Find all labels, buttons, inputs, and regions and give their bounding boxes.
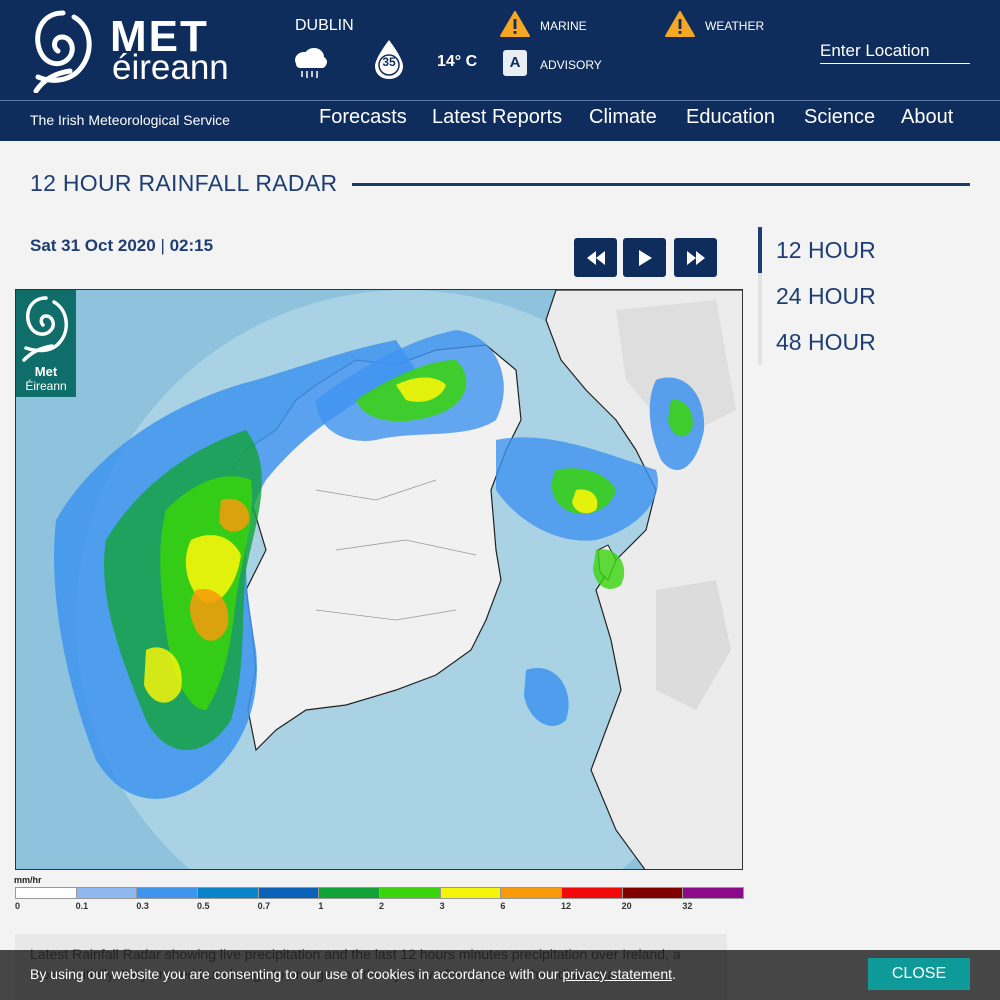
radar-image: [16, 290, 742, 869]
marine-warning-label[interactable]: MARINE: [540, 19, 587, 33]
legend-swatch: [439, 887, 502, 899]
tab-12-hour[interactable]: 12 HOUR: [758, 227, 938, 273]
logo-eireann-text: éireann: [112, 48, 229, 87]
fast-forward-button[interactable]: [674, 238, 717, 277]
rewind-button[interactable]: [574, 238, 617, 277]
legend-tick-label: 32: [682, 901, 693, 911]
cookie-message: By using our website you are consenting …: [30, 966, 676, 982]
nav-education[interactable]: Education: [686, 106, 775, 129]
legend-swatch: [500, 887, 562, 899]
rainfall-legend-bar: [15, 887, 744, 899]
nav-forecasts[interactable]: Forecasts: [319, 106, 407, 129]
legend-swatch: [15, 887, 77, 899]
rain-cloud-icon: [295, 48, 327, 78]
legend-swatch: [197, 887, 259, 899]
advisory-icon[interactable]: A: [503, 50, 527, 76]
advisory-label[interactable]: ADVISORY: [540, 58, 602, 72]
legend-swatch: [136, 887, 198, 899]
legend-tick-label: 0: [15, 901, 21, 911]
legend-swatch: [379, 887, 441, 899]
radar-map[interactable]: Met Éireann: [15, 289, 743, 870]
legend-unit: mm/hr: [14, 875, 42, 885]
location-search-input[interactable]: [820, 38, 970, 64]
legend-tick-label: 0.3: [136, 901, 149, 911]
cookie-consent-bar: By using our website you are consenting …: [0, 950, 1000, 1000]
rainfall-probability-value: 35: [382, 55, 396, 69]
fast-forward-icon: [686, 250, 705, 265]
legend-tick-label: 2: [379, 901, 385, 911]
logo-swirl-icon: [33, 10, 92, 93]
met-eireann-logo[interactable]: MET éireann: [30, 7, 250, 93]
rewind-icon: [586, 250, 605, 265]
radar-date: Sat 31 Oct 2020: [30, 236, 156, 255]
weather-warning-icon[interactable]: [665, 11, 695, 37]
play-icon: [638, 249, 652, 266]
nav-about[interactable]: About: [901, 106, 953, 129]
legend-swatch: [682, 887, 744, 899]
play-button[interactable]: [623, 238, 666, 277]
legend-swatch: [621, 887, 684, 899]
site-tagline: The Irish Meteorological Service: [30, 112, 230, 128]
time-range-tabs: 12 HOUR 24 HOUR 48 HOUR: [758, 227, 938, 365]
radar-logo-eireann-text: Éireann: [25, 379, 67, 393]
cookie-suffix: .: [672, 966, 676, 982]
legend-swatch: [257, 887, 320, 899]
marine-warning-icon[interactable]: [500, 11, 530, 37]
weather-warning-label[interactable]: WEATHER: [705, 19, 764, 33]
title-rule: [352, 183, 970, 186]
nav-latest-reports[interactable]: Latest Reports: [432, 106, 562, 129]
nav-climate[interactable]: Climate: [589, 106, 657, 129]
legend-tick-label: 0.7: [257, 901, 271, 911]
legend-tick-label: 3: [439, 901, 445, 911]
timestamp-separator: |: [160, 236, 165, 255]
legend-swatch: [75, 887, 138, 899]
current-city[interactable]: DUBLIN: [295, 17, 354, 35]
cookie-text: By using our website you are consenting …: [30, 966, 563, 982]
radar-met-logo: Met Éireann: [16, 290, 76, 397]
legend-tick-label: 6: [500, 901, 506, 911]
page-title: 12 HOUR RAINFALL RADAR: [30, 170, 338, 196]
radar-logo-met-text: Met: [34, 364, 58, 379]
privacy-statement-link[interactable]: privacy statement: [562, 966, 672, 982]
legend-tick-label: 20: [621, 901, 632, 911]
current-temperature: 14° C: [437, 53, 478, 70]
radar-time: 02:15: [169, 236, 214, 255]
radar-timestamp: Sat 31 Oct 2020 | 02:15: [30, 236, 213, 256]
cookie-close-button[interactable]: CLOSE: [868, 958, 970, 990]
tab-48-hour[interactable]: 48 HOUR: [758, 319, 938, 365]
legend-swatch: [561, 887, 623, 899]
app-root: MET éireann The Irish Meteorological Ser…: [0, 0, 1000, 1000]
radar-logo-swirl-icon: [22, 296, 68, 362]
tab-24-hour[interactable]: 24 HOUR: [758, 273, 938, 319]
nav-science[interactable]: Science: [804, 106, 875, 129]
site-header: MET éireann The Irish Meteorological Ser…: [0, 0, 1000, 141]
legend-tick-label: 0.5: [197, 901, 210, 911]
legend-tick-label: 12: [561, 901, 572, 911]
header-divider: [0, 100, 1000, 101]
legend-tick-label: 1: [318, 901, 324, 911]
legend-tick-label: 0.1: [75, 901, 89, 911]
legend-swatch: [318, 887, 380, 899]
